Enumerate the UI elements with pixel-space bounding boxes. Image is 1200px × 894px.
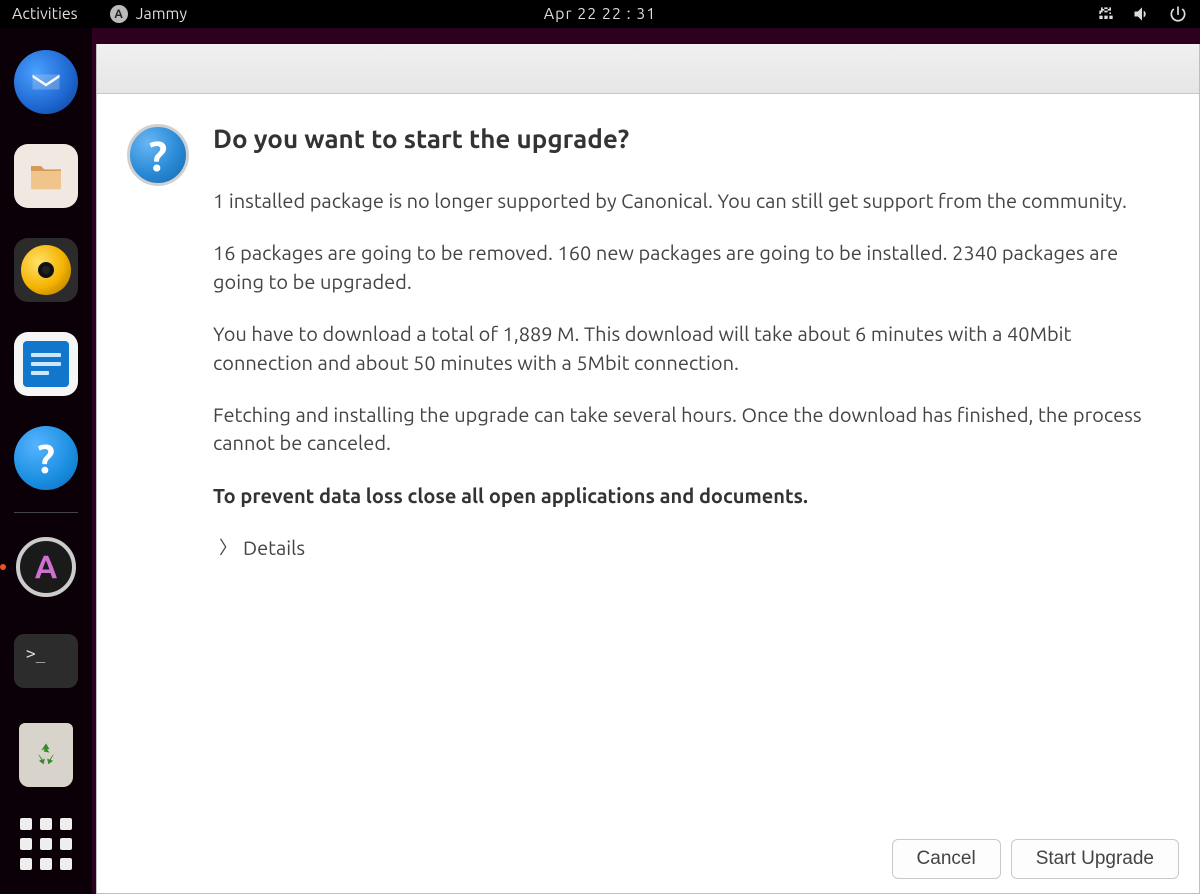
dialog-paragraph-duration: Fetching and installing the upgrade can …: [213, 401, 1163, 458]
chevron-right-icon: 〉: [219, 534, 237, 560]
dock-software-updater[interactable]: A: [14, 535, 78, 599]
folder-icon: [26, 156, 66, 196]
show-applications-button[interactable]: [20, 818, 72, 870]
details-label: Details: [243, 536, 305, 559]
top-bar: Activities A Jammy Apr 22 22 : 31: [0, 0, 1200, 28]
cancel-button[interactable]: Cancel: [892, 839, 1001, 879]
start-upgrade-button[interactable]: Start Upgrade: [1011, 839, 1179, 879]
details-expander[interactable]: 〉 Details: [219, 534, 1163, 560]
dock-trash[interactable]: [14, 723, 78, 787]
help-icon: ?: [14, 426, 78, 490]
speaker-icon: [21, 245, 71, 295]
terminal-icon: >_: [14, 634, 78, 688]
dialog-question-icon: ?: [127, 124, 189, 839]
dialog-button-row: Cancel Start Upgrade: [97, 839, 1199, 893]
upgrade-dialog-window: ? Do you want to start the upgrade? 1 in…: [96, 44, 1200, 894]
dialog-paragraph-packages: 16 packages are going to be removed. 160…: [213, 239, 1163, 296]
updater-icon: A: [16, 537, 76, 597]
clock[interactable]: Apr 22 22 : 31: [544, 5, 657, 23]
dialog-heading: Do you want to start the upgrade?: [213, 124, 1163, 153]
volume-icon[interactable]: [1132, 4, 1152, 24]
document-icon: [23, 341, 69, 387]
app-menu-label: Jammy: [136, 5, 187, 23]
dialog-paragraph-unsupported: 1 installed package is no longer support…: [213, 187, 1163, 215]
dock-files[interactable]: [14, 144, 78, 208]
dock-divider: [14, 512, 78, 513]
dock-help[interactable]: ?: [14, 426, 78, 490]
thunderbird-icon: [14, 50, 78, 114]
dialog-paragraph-download: You have to download a total of 1,889 M.…: [213, 320, 1163, 377]
window-titlebar[interactable]: [97, 44, 1199, 94]
dock-thunderbird[interactable]: [14, 50, 78, 114]
trash-icon: [19, 723, 73, 787]
dock-rhythmbox[interactable]: [14, 238, 78, 302]
dock: ? A >_: [0, 28, 92, 894]
activities-button[interactable]: Activities: [12, 5, 78, 23]
power-icon[interactable]: [1168, 4, 1188, 24]
app-menu[interactable]: A Jammy: [110, 5, 187, 23]
dialog-warning: To prevent data loss close all open appl…: [213, 482, 1163, 510]
dock-libreoffice-writer[interactable]: [14, 332, 78, 396]
network-icon[interactable]: [1096, 4, 1116, 24]
updater-appmenu-icon: A: [110, 5, 128, 23]
dock-terminal[interactable]: >_: [14, 629, 78, 693]
